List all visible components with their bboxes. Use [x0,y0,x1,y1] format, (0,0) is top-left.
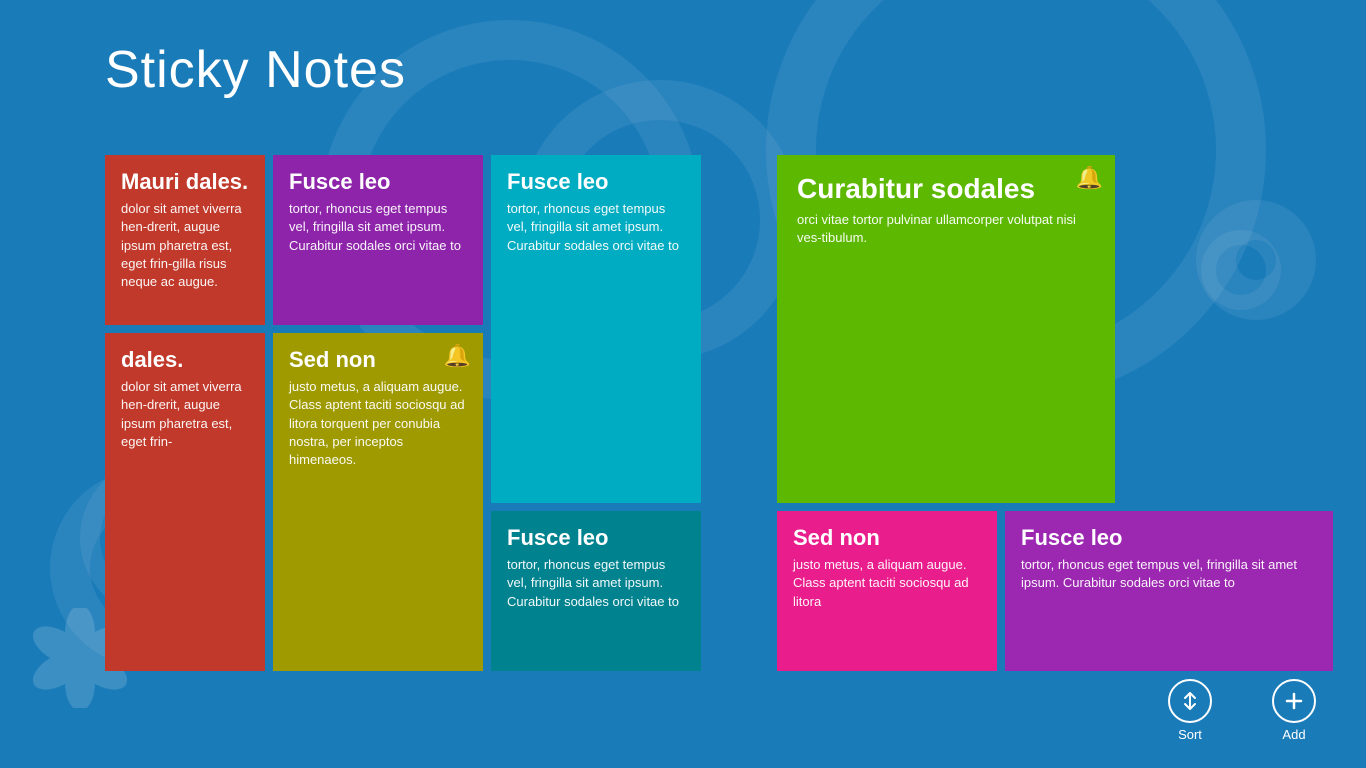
spacer [709,155,769,671]
note-title: Sed non [793,525,981,550]
note-fusce-purple[interactable]: Fusce leo tortor, rhoncus eget tempus ve… [273,155,483,325]
note-body: dolor sit amet viverra hen-drerit, augue… [121,378,249,451]
note-title: Fusce leo [507,525,685,550]
note-title: Fusce leo [507,169,685,194]
note-sed-non[interactable]: 🔔 Sed non justo metus, a aliquam augue. … [273,333,483,671]
note-body: tortor, rhoncus eget tempus vel, fringil… [1021,556,1317,592]
note-fusce-teal-small[interactable]: Fusce leo tortor, rhoncus eget tempus ve… [491,511,701,671]
note-mauri-top[interactable]: Mauri dales. dolor sit amet viverra hen-… [105,155,265,325]
note-title: dales. [121,347,249,372]
add-label: Add [1282,727,1305,742]
note-mauri-bottom[interactable]: dales. dolor sit amet viverra hen-drerit… [105,333,265,671]
note-sed-non-pink[interactable]: Sed non justo metus, a aliquam augue. Cl… [777,511,997,671]
note-title: Fusce leo [1021,525,1317,550]
note-fusce-violet[interactable]: Fusce leo tortor, rhoncus eget tempus ve… [1005,511,1333,671]
note-body: tortor, rhoncus eget tempus vel, fringil… [289,200,467,255]
note-title: Fusce leo [289,169,467,194]
note-body: justo metus, a aliquam augue. Class apte… [793,556,981,611]
note-body: orci vitae tortor pulvinar ullamcorper v… [797,211,1095,247]
note-body: tortor, rhoncus eget tempus vel, fringil… [507,556,685,611]
sort-label: Sort [1178,727,1202,742]
note-title: Sed non [289,347,467,372]
note-title: Mauri dales. [121,169,249,194]
note-body: tortor, rhoncus eget tempus vel, fringil… [507,200,685,255]
sort-button[interactable]: Sort [1138,669,1242,752]
add-icon [1272,679,1316,723]
note-curabitur[interactable]: 🔔 Curabitur sodales orci vitae tortor pu… [777,155,1115,503]
bottom-bar: Sort Add [1138,669,1366,768]
add-button[interactable]: Add [1242,669,1346,752]
bell-icon: 🔔 [1076,165,1103,191]
page-title: Sticky Notes [105,40,406,100]
notes-grid: Mauri dales. dolor sit amet viverra hen-… [105,155,1333,671]
sort-icon [1168,679,1212,723]
note-fusce-teal-large[interactable]: Fusce leo tortor, rhoncus eget tempus ve… [491,155,701,503]
bell-icon: 🔔 [444,343,471,369]
note-body: justo metus, a aliquam augue. Class apte… [289,378,467,469]
note-title: Curabitur sodales [797,173,1095,205]
note-body: dolor sit amet viverra hen-drerit, augue… [121,200,249,291]
